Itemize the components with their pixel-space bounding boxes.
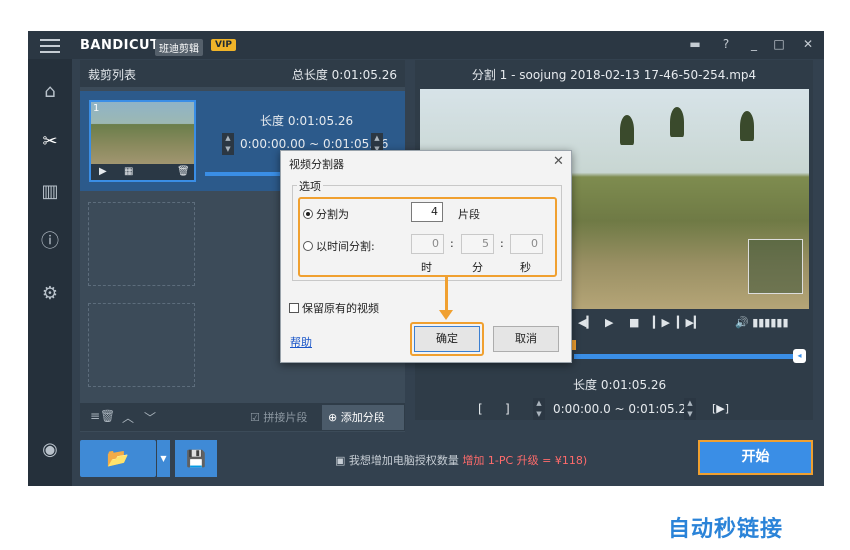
annotation-arrow	[445, 277, 448, 313]
next-frame-icon[interactable]: ▎▶	[653, 316, 670, 329]
tree-shape	[620, 115, 634, 145]
minimize-icon[interactable]: _	[746, 37, 762, 51]
settings-icon[interactable]: ⚙	[37, 281, 63, 307]
clip-length: 长度 0:01:05.26	[260, 114, 354, 128]
empty-slot	[88, 303, 195, 387]
checkbox-box	[289, 303, 299, 313]
promo-highlight: 增加 1-PC 升级 = ¥118)	[462, 454, 588, 467]
dialog-title: 视频分割器	[289, 158, 344, 171]
grid-icon[interactable]: ▦	[124, 166, 133, 177]
play-icon[interactable]: ▶	[605, 316, 613, 329]
home-icon[interactable]: ⌂	[37, 79, 63, 105]
volume-icon[interactable]: 🔊 ▮▮▮▮▮▮	[735, 316, 789, 329]
keep-original-label: 保留原有的视频	[302, 302, 379, 315]
app-logo: BANDICUT	[80, 38, 160, 53]
go-to-end-icon[interactable]: [▶]	[712, 402, 729, 415]
clip-range: 0:00:00.00 ~ 0:01:05.26	[240, 137, 389, 151]
sidebar: ⌂ ✂ ▥ ⓘ ⚙ ◉	[28, 59, 72, 486]
clip-list-title: 裁剪列表	[88, 68, 137, 82]
play-icon[interactable]: ▶	[99, 166, 107, 177]
close-icon[interactable]: ✕	[800, 37, 816, 51]
clip-list-header: 裁剪列表 总长度 0:01:05.26	[80, 60, 405, 87]
open-dropdown-button[interactable]: ▼	[157, 440, 170, 477]
watermark: 自动秒链接	[668, 517, 784, 542]
app-logo-cn: 班迪剪辑	[155, 39, 203, 56]
empty-slot	[88, 202, 195, 286]
trash-icon[interactable]: 🗑	[177, 166, 190, 177]
add-segment-label: 添加分段	[340, 411, 385, 424]
open-file-button[interactable]: 📂	[80, 440, 156, 477]
tree-shape	[670, 107, 684, 137]
preview-length: 长度 0:01:05.26	[573, 378, 667, 392]
join-checkbox[interactable]: ☑ 拼接片段	[250, 409, 307, 425]
clip-progress	[205, 172, 285, 176]
keep-original-checkbox[interactable]: 保留原有的视频	[289, 300, 379, 316]
move-down-icon[interactable]: ﹀	[144, 409, 156, 426]
range-end-stepper[interactable]: ▲ ▼	[684, 398, 696, 420]
join-label: 拼接片段	[263, 411, 308, 424]
move-up-icon[interactable]: ︿	[122, 409, 134, 426]
clip-thumbnail-image	[91, 102, 194, 164]
promo-text: 我想增加电脑授权数量	[348, 454, 459, 467]
minimap	[748, 239, 803, 294]
annotation-arrow-head	[439, 310, 453, 320]
clip-thumbnail[interactable]: 1 ▶ ▦ 🗑	[89, 100, 196, 182]
tree-shape	[740, 111, 754, 141]
end-icon[interactable]: ▎▶▎	[677, 316, 702, 329]
info-icon[interactable]: ⓘ	[37, 229, 63, 255]
dialog-close-icon[interactable]: ✕	[553, 154, 564, 169]
clear-list-icon[interactable]: ≡🗑	[90, 409, 115, 423]
help-link[interactable]: 帮助	[290, 334, 312, 350]
title-bar: BANDICUT 班迪剪辑 VIP ▬ ? _ □ ✕	[28, 31, 824, 59]
preview-title: 分割 1 - soojung 2018-02-13 17-46-50-254.m…	[471, 68, 757, 82]
vip-badge[interactable]: VIP	[211, 39, 236, 51]
options-group-label: 选项	[297, 178, 323, 194]
timeline-end-handle[interactable]: ◂	[793, 349, 806, 363]
menu-icon[interactable]	[40, 39, 60, 53]
help-icon[interactable]: ?	[718, 37, 734, 51]
bracket-end-icon[interactable]: ]	[505, 402, 510, 416]
preview-range: 0:00:00.0 ~ 0:01:05.2	[553, 402, 687, 416]
stop-icon[interactable]: ■	[629, 316, 639, 329]
timeline-seekbar[interactable]	[574, 354, 799, 359]
range-start-stepper[interactable]: ▲ ▼	[533, 398, 545, 420]
maximize-icon[interactable]: □	[771, 37, 787, 51]
prev-frame-icon[interactable]: ◀▎	[578, 316, 595, 329]
start-stepper[interactable]: ▲ ▼	[222, 133, 234, 155]
join-icon[interactable]: ▥	[37, 179, 63, 205]
upgrade-promo[interactable]: ▣ 我想增加电脑授权数量 增加 1-PC 升级 = ¥118)	[335, 452, 587, 468]
bracket-start-icon[interactable]: [	[478, 402, 483, 416]
chat-icon: ▣	[335, 454, 349, 467]
folder-icon[interactable]: ▬	[687, 37, 703, 51]
clip-number: 1	[93, 103, 100, 114]
total-length: 总长度 0:01:05.26	[291, 68, 397, 82]
record-icon[interactable]: ◉	[37, 437, 63, 463]
save-button[interactable]: 💾	[175, 440, 217, 477]
cancel-button[interactable]: 取消	[493, 326, 559, 352]
ok-button[interactable]: 确定	[414, 326, 480, 352]
add-segment-button[interactable]: ⊕ 添加分段	[322, 405, 404, 430]
options-highlight	[298, 197, 557, 277]
cut-icon[interactable]: ✂	[37, 129, 63, 155]
start-button[interactable]: 开始	[698, 440, 813, 475]
